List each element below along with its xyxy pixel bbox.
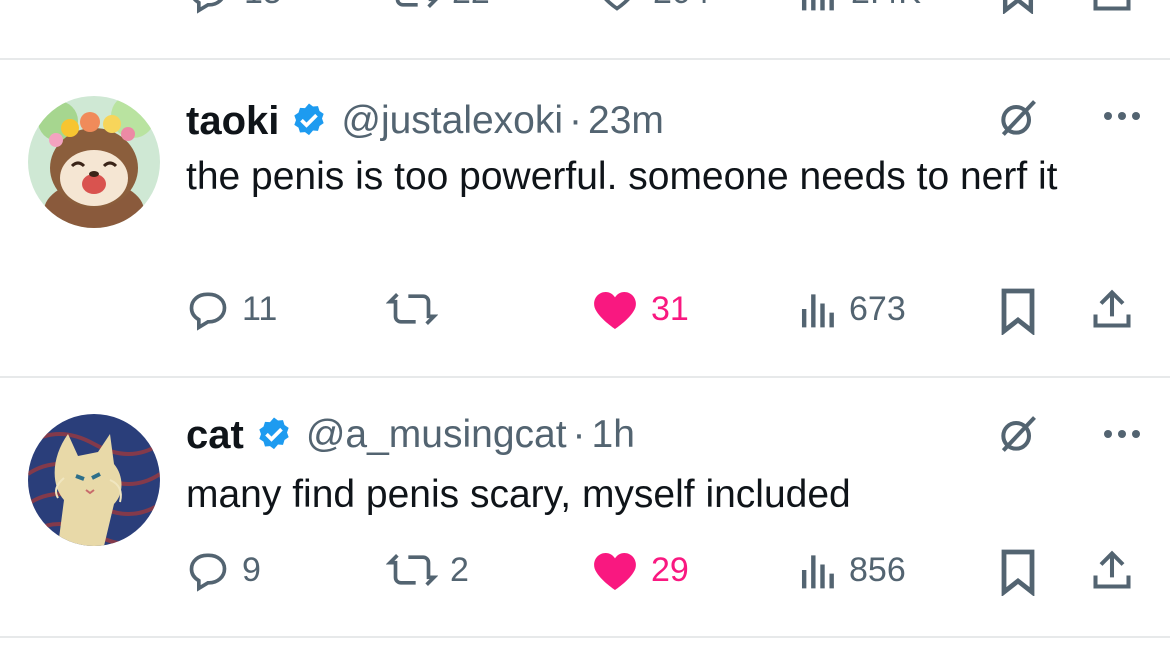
- retweet-icon: [386, 293, 438, 325]
- view-count: 856: [849, 550, 906, 589]
- more-options-icon[interactable]: [1104, 112, 1140, 120]
- tweet-action-bar: 9 2 29 856: [0, 548, 1170, 598]
- share-button[interactable]: [1090, 0, 1134, 14]
- bookmark-icon: [1001, 288, 1035, 335]
- retweet-count: 22: [452, 0, 490, 12]
- reply-icon: [189, 553, 227, 592]
- tweet-text: many find penis scary, myself included: [186, 473, 851, 516]
- like-count: 31: [651, 289, 689, 328]
- user-handle[interactable]: @a_musingcat: [306, 413, 567, 457]
- bookmark-icon: [1001, 549, 1035, 596]
- reply-count: 11: [242, 289, 278, 328]
- share-button[interactable]: [1090, 548, 1134, 592]
- share-icon: [1093, 289, 1131, 328]
- retweet-button[interactable]: [386, 287, 450, 331]
- view-count: 2.4K: [851, 0, 921, 12]
- heart-filled-icon: [594, 553, 636, 590]
- views-button[interactable]: 856: [797, 548, 906, 592]
- reply-icon: [189, 292, 227, 331]
- reply-button[interactable]: 9: [186, 548, 261, 592]
- user-handle[interactable]: @justalexoki: [341, 99, 563, 143]
- tweet-header: cat @a_musingcat · 1h: [186, 408, 635, 462]
- reply-button[interactable]: 15: [186, 0, 282, 14]
- retweet-count: 2: [450, 550, 469, 589]
- avatar-image: [28, 96, 160, 228]
- heart-filled-icon: [594, 292, 636, 329]
- views-icon: [801, 294, 834, 328]
- grok-icon[interactable]: [996, 96, 1040, 140]
- views-button[interactable]: 673: [797, 287, 906, 331]
- divider: [0, 636, 1170, 638]
- reply-count: 9: [242, 550, 261, 589]
- views-button[interactable]: 2.4K: [797, 0, 921, 14]
- timestamp[interactable]: 23m: [588, 99, 664, 143]
- display-name[interactable]: taoki: [186, 99, 279, 144]
- like-count: 204: [653, 0, 710, 12]
- bookmark-button[interactable]: [1000, 287, 1036, 335]
- bookmark-icon: [1002, 0, 1034, 14]
- tweet-header: taoki @justalexoki · 23m: [186, 94, 664, 148]
- share-icon: [1093, 0, 1131, 11]
- heart-outline-icon: [604, 0, 630, 11]
- views-icon: [801, 555, 834, 589]
- bookmark-button[interactable]: [1000, 0, 1036, 14]
- display-name[interactable]: cat: [186, 413, 244, 458]
- avatar[interactable]: [28, 96, 160, 228]
- tweet-text: the penis is too powerful. someone needs…: [186, 155, 1058, 198]
- verified-badge-icon: [294, 103, 325, 136]
- view-count: 673: [849, 289, 906, 328]
- reply-icon: [192, 0, 224, 14]
- like-button[interactable]: 31: [591, 287, 689, 331]
- retweet-icon: [386, 554, 438, 586]
- reply-button[interactable]: 11: [186, 287, 277, 331]
- share-button[interactable]: [1090, 287, 1134, 331]
- reply-count: 15: [244, 0, 282, 12]
- avatar-image: [28, 414, 160, 546]
- like-button[interactable]: 29: [591, 548, 689, 592]
- more-options-icon[interactable]: [1104, 430, 1140, 438]
- separator: ·: [572, 413, 586, 456]
- retweet-button[interactable]: 22: [390, 0, 490, 14]
- like-button[interactable]: 204: [595, 0, 710, 14]
- tweet[interactable]: cat @a_musingcat · 1h many find penis sc…: [0, 378, 1170, 636]
- verified-badge-icon: [259, 417, 289, 450]
- retweet-icon: [395, 0, 438, 8]
- timestamp[interactable]: 1h: [592, 413, 635, 457]
- avatar[interactable]: [28, 414, 160, 546]
- share-icon: [1093, 550, 1131, 589]
- grok-icon[interactable]: [996, 412, 1040, 456]
- previous-tweet-action-bar: 15 22 204 2.4K: [0, 0, 1170, 30]
- views-icon: [801, 0, 834, 11]
- tweet-action-bar: 11 31 673: [0, 287, 1170, 337]
- separator: ·: [569, 99, 583, 142]
- bookmark-button[interactable]: [1000, 548, 1036, 596]
- like-count: 29: [651, 550, 689, 589]
- tweet[interactable]: taoki @justalexoki · 23m the penis is to…: [0, 60, 1170, 376]
- retweet-button[interactable]: 2: [386, 548, 469, 592]
